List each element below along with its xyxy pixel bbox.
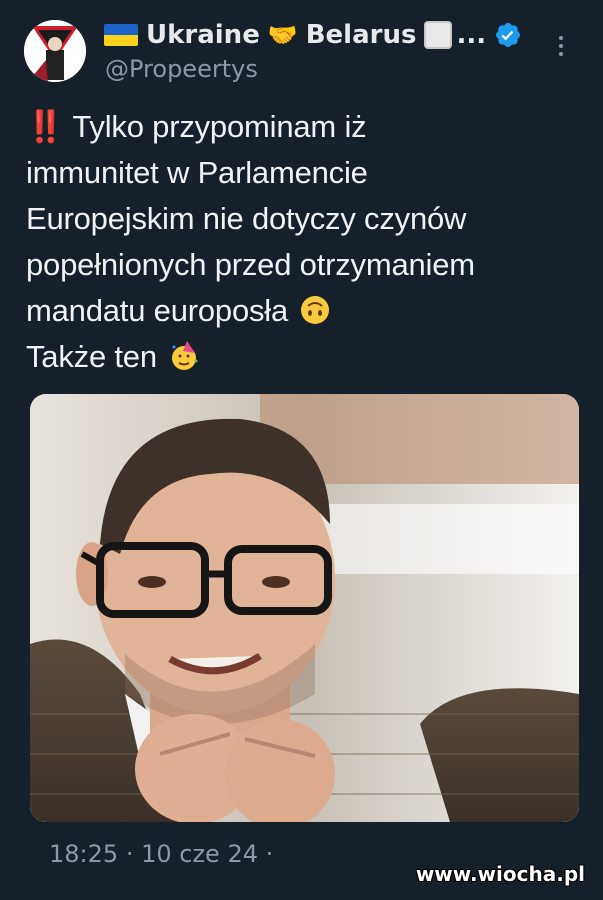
more-options-icon[interactable]: [548, 32, 574, 60]
display-name-truncation: ...: [456, 20, 487, 50]
tweet-line-text: Europejskim nie dotyczy czynów: [26, 201, 467, 236]
user-handle[interactable]: @Propeertys: [105, 55, 258, 83]
profile-avatar[interactable]: [24, 20, 86, 82]
tweet-line: ‼️ Tylko przypominam iż: [26, 104, 586, 150]
tweet-text: ‼️ Tylko przypominam iż immunitet w Parla…: [26, 104, 586, 380]
tweet-line: popełnionych przed otrzymaniem: [26, 242, 586, 288]
tweet-page: Ukraine 🤝 Belarus ... @Propeertys ‼️ Tylk…: [0, 0, 603, 900]
avatar-image: [24, 20, 86, 82]
handshake-icon: 🤝: [267, 21, 298, 49]
verified-badge-icon[interactable]: [494, 21, 522, 49]
display-name-left: Ukraine: [146, 20, 260, 50]
tweet-time: 18:25: [49, 840, 119, 868]
display-name-right: Belarus: [305, 20, 417, 50]
tweet-line: immunitet w Parlamencie: [26, 150, 586, 196]
meta-trailing-separator: ·: [265, 840, 274, 868]
tweet-line: Europejskim nie dotyczy czynów: [26, 196, 586, 242]
white-square-icon: [424, 21, 453, 49]
tweet-line-text: popełnionych przed otrzymaniem: [26, 247, 475, 282]
double-exclamation-icon: ‼️: [26, 109, 65, 144]
meta-separator: ·: [125, 840, 134, 868]
tweet-line-text: immunitet w Parlamencie: [26, 155, 368, 190]
tweet-photo[interactable]: [30, 394, 579, 822]
portrait-photo: [30, 394, 579, 822]
tweet-line: mandatu europosła: [26, 288, 586, 334]
tweet-line-text: Tylko przypominam iż: [72, 109, 367, 144]
tweet-line-text: Także ten: [26, 339, 157, 374]
site-watermark: www.wiocha.pl: [415, 862, 585, 886]
display-name[interactable]: Ukraine 🤝 Belarus ...: [104, 16, 522, 54]
tweet-timestamp[interactable]: 18:25 · 10 cze 24 ·: [49, 840, 273, 868]
tweet-line-text: mandatu europosła: [26, 293, 289, 328]
tweet-line: Także ten: [26, 334, 586, 380]
ukraine-flag-icon: [104, 24, 138, 46]
partying-face-emoji: [169, 341, 199, 371]
upside-down-face-emoji: [300, 295, 330, 325]
tweet-date: 10 cze 24: [141, 840, 258, 868]
